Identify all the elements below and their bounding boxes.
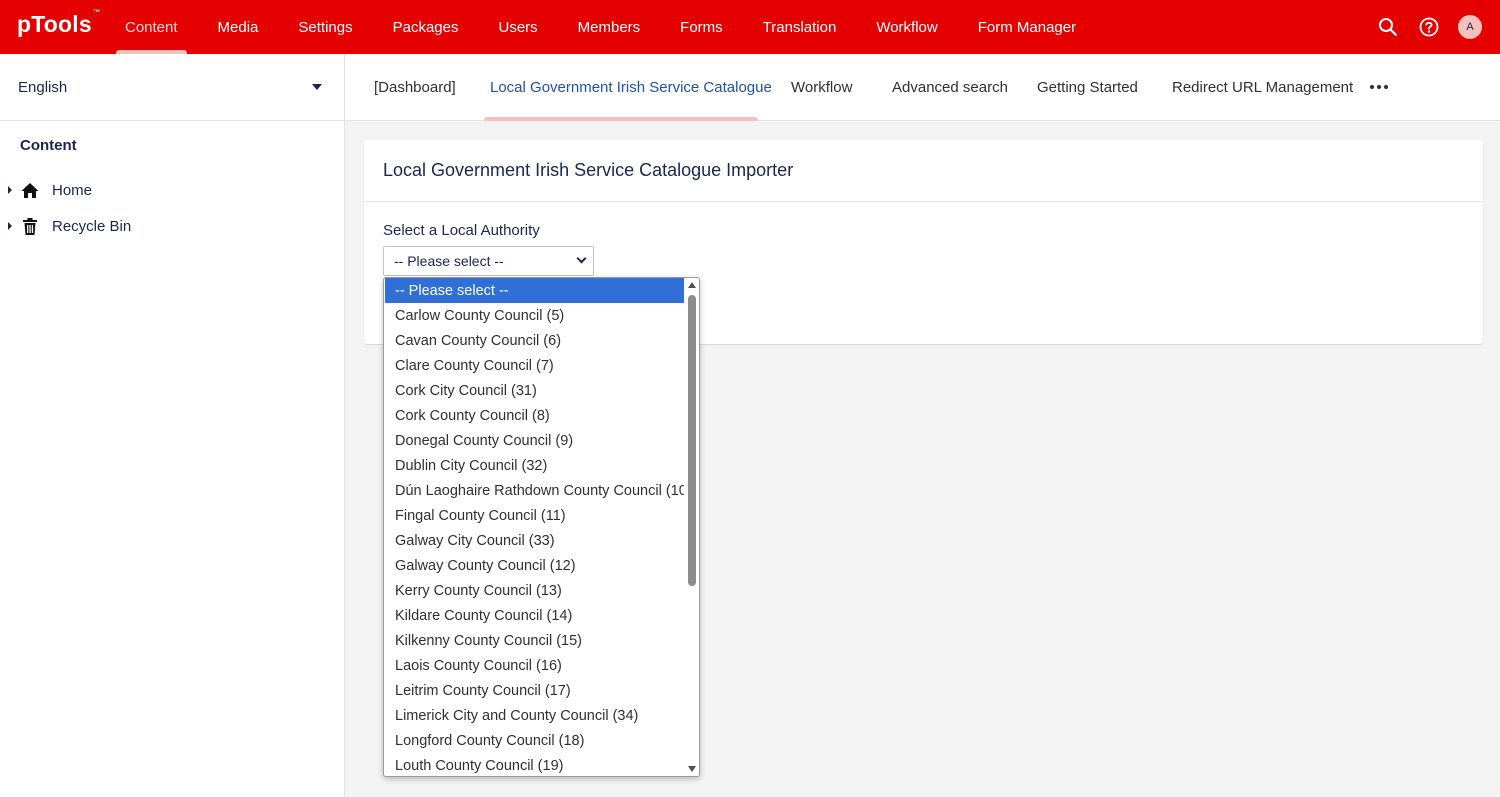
dashboard-tabs: [Dashboard] Local Government Irish Servi… [345, 54, 1500, 121]
dropdown-option[interactable]: Dublin City Council (32) [385, 453, 685, 478]
tab-getting-started[interactable]: Getting Started [1037, 54, 1138, 121]
trash-icon [21, 217, 39, 235]
dropdown-scrollbar[interactable] [684, 278, 699, 776]
dropdown-option[interactable]: Kerry County Council (13) [385, 578, 685, 603]
header-actions: A [1376, 0, 1482, 54]
dropdown-option[interactable]: Kildare County Council (14) [385, 603, 685, 628]
scrollbar-thumb[interactable] [688, 295, 696, 586]
nav-packages[interactable]: Packages [373, 0, 479, 54]
dropdown-option[interactable]: Dún Laoghaire Rathdown County Council (1… [385, 478, 692, 503]
tree-item-recycle-bin[interactable]: Recycle Bin [0, 212, 131, 240]
active-tab-indicator [484, 117, 758, 121]
avatar[interactable]: A [1458, 15, 1482, 39]
dropdown-option[interactable]: Galway County Council (12) [385, 553, 685, 578]
nav-workflow[interactable]: Workflow [856, 0, 957, 54]
option-please-select[interactable]: -- Please select -- [385, 278, 685, 303]
home-icon [21, 181, 39, 199]
dropdown-option[interactable]: Laois County Council (16) [385, 653, 685, 678]
nav-forms[interactable]: Forms [660, 0, 743, 54]
dropdown-option[interactable]: Clare County Council (7) [385, 353, 685, 378]
local-authority-select[interactable]: -- Please select -- [383, 246, 594, 276]
scroll-up-arrow-icon[interactable] [688, 282, 696, 288]
tab-advanced-search[interactable]: Advanced search [892, 54, 1008, 121]
help-icon[interactable] [1417, 16, 1440, 39]
language-label: English [18, 78, 68, 96]
language-selector[interactable]: English [0, 54, 344, 121]
dropdown-option[interactable]: Louth County Council (19) [385, 753, 685, 776]
nav-form-manager[interactable]: Form Manager [958, 0, 1096, 54]
nav-users[interactable]: Users [478, 0, 557, 54]
search-icon[interactable] [1376, 16, 1399, 39]
sidebar: English Content Home Recycle Bin [0, 54, 345, 797]
caret-down-icon [312, 84, 322, 90]
expand-caret-icon[interactable] [8, 186, 12, 194]
dropdown-option[interactable]: Leitrim County Council (17) [385, 678, 685, 703]
dropdown-option[interactable]: Longford County Council (18) [385, 728, 685, 753]
dropdown-option[interactable]: Cork County Council (8) [385, 403, 685, 428]
tree-item-label: Home [52, 181, 93, 199]
expand-caret-icon[interactable] [8, 222, 12, 230]
nav-translation[interactable]: Translation [743, 0, 857, 54]
tab-redirect-url-management[interactable]: Redirect URL Management [1172, 54, 1353, 121]
tab-workflow[interactable]: Workflow [791, 54, 852, 121]
dropdown-option[interactable]: Cavan County Council (6) [385, 328, 685, 353]
local-authority-label: Select a Local Authority [383, 222, 540, 239]
dropdown-option[interactable]: Kilkenny County Council (15) [385, 628, 685, 653]
tree-title: Content [20, 137, 77, 154]
dropdown-option[interactable]: Limerick City and County Council (34) [385, 703, 685, 728]
main-navigation: Content Media Settings Packages Users Me… [105, 0, 1096, 54]
dropdown-option[interactable]: Fingal County Council (11) [385, 503, 685, 528]
nav-settings[interactable]: Settings [278, 0, 372, 54]
tab-service-catalogue[interactable]: Local Government Irish Service Catalogue [490, 54, 772, 121]
scroll-down-arrow-icon[interactable] [688, 766, 696, 772]
ptools-logo[interactable]: pTools™ [17, 9, 100, 38]
tree-item-home[interactable]: Home [0, 176, 92, 204]
local-authority-options[interactable]: -- Please select -- Carlow County Counci… [383, 277, 700, 777]
nav-members[interactable]: Members [558, 0, 661, 54]
tree-item-label: Recycle Bin [52, 217, 132, 235]
top-header: pTools™ Content Media Settings Packages … [0, 0, 1500, 54]
nav-media[interactable]: Media [198, 0, 279, 54]
chevron-down-icon [576, 253, 587, 264]
tab-dashboard[interactable]: [Dashboard] [374, 54, 456, 121]
dropdown-option[interactable]: Carlow County Council (5) [385, 303, 685, 328]
dropdown-option[interactable]: Galway City Council (33) [385, 528, 685, 553]
dropdown-option[interactable]: Cork City Council (31) [385, 378, 685, 403]
panel-title: Local Government Irish Service Catalogue… [364, 140, 1483, 202]
select-value: -- Please select -- [394, 253, 504, 269]
dropdown-option[interactable]: Donegal County Council (9) [385, 428, 685, 453]
nav-content[interactable]: Content [105, 0, 198, 54]
more-dots-icon[interactable] [1370, 85, 1388, 89]
